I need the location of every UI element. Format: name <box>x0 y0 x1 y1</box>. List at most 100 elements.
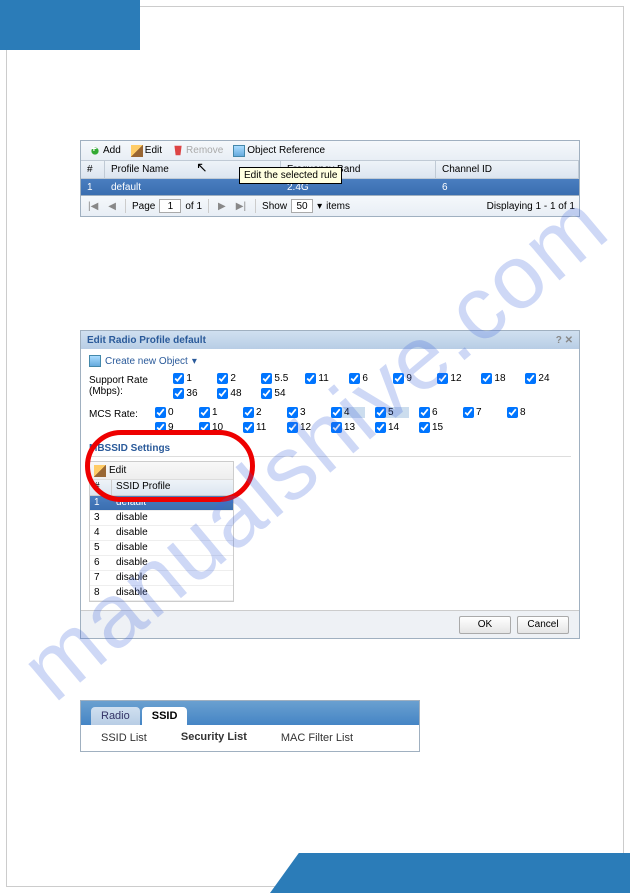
pager-show-label: Show <box>262 201 287 212</box>
checkbox-icon[interactable] <box>243 422 254 433</box>
support-rate-48[interactable]: 48 <box>217 388 251 399</box>
mcs-rate-14[interactable]: 14 <box>375 422 409 433</box>
tab-ssid[interactable]: SSID <box>142 707 188 725</box>
checkbox-icon[interactable] <box>507 407 518 418</box>
col-channel[interactable]: Channel ID <box>436 161 579 178</box>
cursor-icon: ↖ <box>196 159 208 176</box>
grid-toolbar: Add Edit Remove Object Reference <box>81 141 579 161</box>
object-reference-button[interactable]: Object Reference <box>229 145 329 157</box>
tab-radio[interactable]: Radio <box>91 707 140 725</box>
checkbox-icon[interactable] <box>155 407 166 418</box>
pager-page-input[interactable] <box>159 199 181 213</box>
checkbox-icon[interactable] <box>217 373 228 384</box>
support-rate-2[interactable]: 2 <box>217 373 251 384</box>
support-rate-24[interactable]: 24 <box>525 373 559 384</box>
checkbox-icon[interactable] <box>375 407 386 418</box>
checkbox-icon[interactable] <box>331 407 342 418</box>
edit-radio-dialog: Edit Radio Profile default ? ✕ Create ne… <box>80 330 580 639</box>
checkbox-icon[interactable] <box>287 407 298 418</box>
mcs-rate-1[interactable]: 1 <box>199 407 233 418</box>
checkbox-icon[interactable] <box>463 407 474 418</box>
checkbox-icon[interactable] <box>199 407 210 418</box>
support-rate-6[interactable]: 6 <box>349 373 383 384</box>
pager-prev-icon[interactable]: ◀ <box>105 201 119 212</box>
mbssid-panel: Edit # SSID Profile 1default3disable4dis… <box>89 461 234 602</box>
edit-tooltip: Edit the selected rule <box>239 167 342 184</box>
checkbox-icon[interactable] <box>349 373 360 384</box>
dialog-title: Edit Radio Profile default <box>87 335 206 346</box>
pager-items-label: items <box>326 201 350 212</box>
mbssid-row[interactable]: 6disable <box>90 556 233 571</box>
mbssid-col-num[interactable]: # <box>90 480 112 495</box>
checkbox-icon[interactable] <box>437 373 448 384</box>
checkbox-icon[interactable] <box>217 388 228 399</box>
checkbox-icon[interactable] <box>173 373 184 384</box>
mcs-rate-13[interactable]: 13 <box>331 422 365 433</box>
remove-button[interactable]: Remove <box>168 145 227 157</box>
checkbox-icon[interactable] <box>243 407 254 418</box>
mbssid-row[interactable]: 8disable <box>90 586 233 601</box>
checkbox-icon[interactable] <box>419 407 430 418</box>
support-rate-9[interactable]: 9 <box>393 373 427 384</box>
edit-icon <box>131 145 143 157</box>
subtab-security-list[interactable]: Security List <box>173 727 255 749</box>
mcs-rate-7[interactable]: 7 <box>463 407 497 418</box>
mcs-rate-9[interactable]: 9 <box>155 422 189 433</box>
support-rate-18[interactable]: 18 <box>481 373 515 384</box>
support-rate-54[interactable]: 54 <box>261 388 295 399</box>
mcs-rate-0[interactable]: 0 <box>155 407 189 418</box>
mbssid-col-profile[interactable]: SSID Profile <box>112 480 233 495</box>
cancel-button[interactable]: Cancel <box>517 616 569 634</box>
checkbox-icon[interactable] <box>305 373 316 384</box>
checkbox-icon[interactable] <box>331 422 342 433</box>
mcs-rate-11[interactable]: 11 <box>243 422 277 433</box>
subtab-mac-filter[interactable]: MAC Filter List <box>273 728 361 748</box>
mcs-rate-15[interactable]: 15 <box>419 422 453 433</box>
add-button[interactable]: Add <box>85 145 125 157</box>
mcs-rate-6[interactable]: 6 <box>419 407 453 418</box>
support-rate-11[interactable]: 11 <box>305 373 339 384</box>
mbssid-row[interactable]: 7disable <box>90 571 233 586</box>
checkbox-icon[interactable] <box>155 422 166 433</box>
mcs-rate-8[interactable]: 8 <box>507 407 541 418</box>
checkbox-icon[interactable] <box>261 373 272 384</box>
close-icon[interactable]: ? ✕ <box>556 335 573 346</box>
checkbox-icon[interactable] <box>375 422 386 433</box>
col-num[interactable]: # <box>81 161 105 178</box>
mcs-rate-12[interactable]: 12 <box>287 422 321 433</box>
mcs-rate-4[interactable]: 4 <box>331 407 365 418</box>
checkbox-icon[interactable] <box>287 422 298 433</box>
checkbox-icon[interactable] <box>173 388 184 399</box>
support-rate-12[interactable]: 12 <box>437 373 471 384</box>
subtab-ssid-list[interactable]: SSID List <box>93 728 155 748</box>
support-rate-1[interactable]: 1 <box>173 373 207 384</box>
edit-button[interactable]: Edit <box>127 145 166 157</box>
pager-next-icon[interactable]: ▶ <box>215 201 229 212</box>
support-rate-5.5[interactable]: 5.5 <box>261 373 295 384</box>
checkbox-icon[interactable] <box>393 373 404 384</box>
mbssid-edit-button[interactable]: Edit <box>109 465 126 476</box>
checkbox-icon[interactable] <box>481 373 492 384</box>
mcs-rate-2[interactable]: 2 <box>243 407 277 418</box>
mbssid-row[interactable]: 1default <box>90 496 233 511</box>
checkbox-icon[interactable] <box>261 388 272 399</box>
pager-first-icon[interactable]: |◀ <box>85 201 101 212</box>
mbssid-row[interactable]: 5disable <box>90 541 233 556</box>
checkbox-icon[interactable] <box>419 422 430 433</box>
mcs-rate-5[interactable]: 5 <box>375 407 409 418</box>
pager-dropdown-icon[interactable]: ▾ <box>317 201 322 212</box>
checkbox-icon[interactable] <box>199 422 210 433</box>
mcs-rate-grid: 0123456789101112131415 <box>155 407 571 433</box>
mcs-rate-3[interactable]: 3 <box>287 407 321 418</box>
ok-button[interactable]: OK <box>459 616 511 634</box>
create-object-menu[interactable]: Create new Object ▾ <box>89 353 571 369</box>
pager-last-icon[interactable]: ▶| <box>233 201 249 212</box>
mbssid-row[interactable]: 3disable <box>90 511 233 526</box>
mcs-rate-label: MCS Rate: <box>89 407 155 420</box>
pager-size-input[interactable] <box>291 199 313 213</box>
delete-icon <box>172 145 184 157</box>
mbssid-row[interactable]: 4disable <box>90 526 233 541</box>
support-rate-36[interactable]: 36 <box>173 388 207 399</box>
checkbox-icon[interactable] <box>525 373 536 384</box>
mcs-rate-10[interactable]: 10 <box>199 422 233 433</box>
